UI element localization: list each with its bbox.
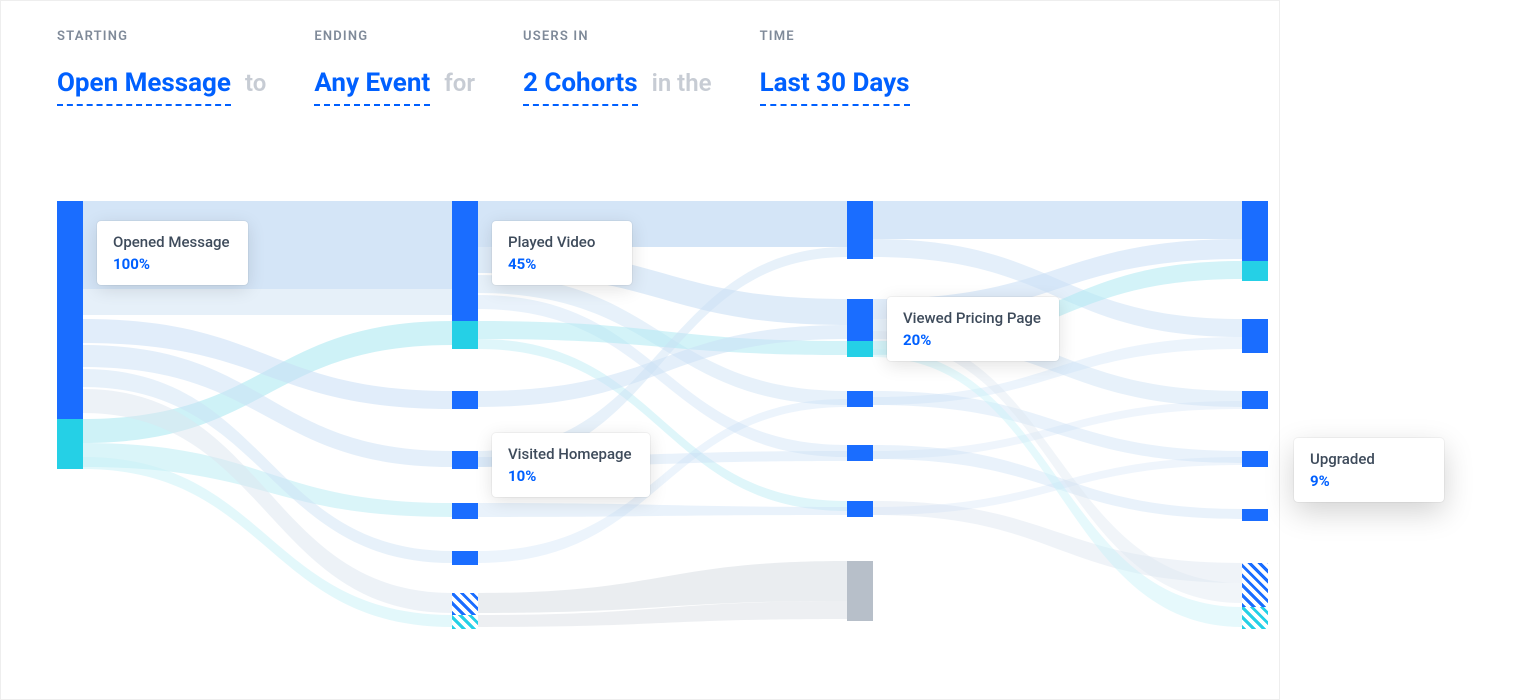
tooltip-opened-message-value: 100% <box>113 255 230 273</box>
journey-panel: STARTING Open Message to ENDING Any Even… <box>0 0 1280 700</box>
sankey-node[interactable] <box>452 201 478 321</box>
sankey-flow[interactable] <box>83 289 452 315</box>
sankey-chart: Opened Message 100% Played Video 45% Visited… <box>57 201 1277 661</box>
tooltip-upgraded-value: 9% <box>1310 472 1422 490</box>
sankey-node[interactable] <box>57 201 83 419</box>
builder-users-label: USERS IN <box>523 29 712 44</box>
sankey-node[interactable] <box>1242 509 1268 521</box>
tooltip-visited-homepage-value: 10% <box>508 467 632 485</box>
tooltip-upgraded[interactable]: Upgraded 9% <box>1294 438 1444 502</box>
sankey-node[interactable] <box>847 341 873 357</box>
tooltip-upgraded-title: Upgraded <box>1310 450 1422 468</box>
sankey-node[interactable] <box>1242 451 1268 467</box>
builder-users: USERS IN 2 Cohorts in the <box>523 29 712 106</box>
sankey-node[interactable] <box>847 445 873 461</box>
tooltip-opened-message-title: Opened Message <box>113 233 230 251</box>
tooltip-played-video-title: Played Video <box>508 233 614 251</box>
sankey-node[interactable] <box>1242 607 1268 629</box>
sankey-node[interactable] <box>847 501 873 517</box>
sankey-node[interactable] <box>1242 261 1268 281</box>
tooltip-played-video-value: 45% <box>508 255 614 273</box>
tooltip-played-video[interactable]: Played Video 45% <box>492 221 632 285</box>
tooltip-viewed-pricing-title: Viewed Pricing Page <box>903 309 1041 327</box>
tooltip-visited-homepage[interactable]: Visited Homepage 10% <box>492 433 650 497</box>
builder-time: TIME Last 30 Days <box>760 29 910 106</box>
sankey-flow[interactable] <box>873 201 1242 239</box>
tooltip-opened-message[interactable]: Opened Message 100% <box>97 221 248 285</box>
sankey-node[interactable] <box>452 503 478 519</box>
sankey-node[interactable] <box>452 391 478 409</box>
builder-starting-value[interactable]: Open Message <box>57 68 231 106</box>
sankey-node[interactable] <box>452 451 478 469</box>
builder-conj-to: to <box>245 69 266 97</box>
tooltip-visited-homepage-title: Visited Homepage <box>508 445 632 463</box>
tooltip-viewed-pricing[interactable]: Viewed Pricing Page 20% <box>887 297 1059 361</box>
builder-starting: STARTING Open Message to <box>57 29 266 106</box>
sankey-node[interactable] <box>1242 319 1268 353</box>
sankey-node[interactable] <box>847 201 873 259</box>
builder-conj-inthe: in the <box>652 69 712 97</box>
sankey-node[interactable] <box>57 419 83 469</box>
sankey-node[interactable] <box>452 551 478 565</box>
builder-conj-for: for <box>444 69 475 97</box>
sankey-node[interactable] <box>452 321 478 349</box>
builder-ending: ENDING Any Event for <box>314 29 475 106</box>
journey-builder: STARTING Open Message to ENDING Any Even… <box>57 29 910 106</box>
sankey-node[interactable] <box>1242 201 1268 261</box>
sankey-node[interactable] <box>847 561 873 621</box>
builder-time-label: TIME <box>760 29 910 44</box>
builder-time-value[interactable]: Last 30 Days <box>760 68 910 106</box>
builder-ending-label: ENDING <box>314 29 475 44</box>
tooltip-viewed-pricing-value: 20% <box>903 331 1041 349</box>
builder-users-value[interactable]: 2 Cohorts <box>523 68 638 106</box>
builder-starting-label: STARTING <box>57 29 266 44</box>
sankey-node[interactable] <box>1242 391 1268 409</box>
sankey-node[interactable] <box>452 593 478 615</box>
sankey-node[interactable] <box>1242 563 1268 607</box>
sankey-node[interactable] <box>847 391 873 407</box>
sankey-node[interactable] <box>847 299 873 341</box>
builder-ending-value[interactable]: Any Event <box>314 68 430 106</box>
sankey-node[interactable] <box>452 615 478 629</box>
